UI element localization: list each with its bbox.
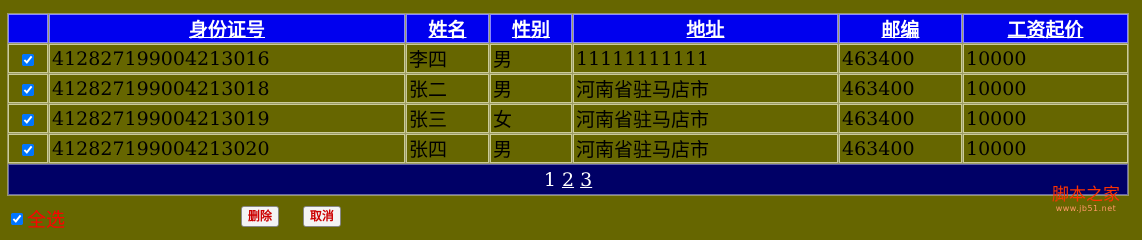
cell-address: 河南省驻马店市 bbox=[573, 134, 838, 163]
pager-link-page-3[interactable]: 3 bbox=[580, 169, 592, 191]
row-select-checkbox[interactable] bbox=[22, 53, 34, 66]
row-select-cell bbox=[8, 74, 48, 103]
cell-address: 河南省驻马店市 bbox=[573, 74, 838, 103]
table-row: 412827199004213020 张四 男 河南省驻马店市 463400 1… bbox=[8, 134, 1128, 163]
cell-id-number: 412827199004213016 bbox=[49, 44, 405, 73]
data-grid-wrapper: 身份证号 姓名 性别 地址 邮编 工资起价 412827199004213016… bbox=[7, 13, 1129, 196]
cell-gender: 男 bbox=[490, 44, 572, 73]
cell-id-number: 412827199004213018 bbox=[49, 74, 405, 103]
cell-name: 张四 bbox=[406, 134, 489, 163]
row-select-checkbox[interactable] bbox=[22, 143, 34, 156]
pager: 1 2 3 bbox=[8, 164, 1128, 195]
cell-zip: 463400 bbox=[839, 44, 962, 73]
cell-address: 河南省驻马店市 bbox=[573, 104, 838, 133]
cell-gender: 女 bbox=[490, 104, 572, 133]
column-header-id-number[interactable]: 身份证号 bbox=[49, 14, 405, 43]
cell-salary: 10000 bbox=[963, 44, 1128, 73]
cell-salary: 10000 bbox=[963, 104, 1128, 133]
grid-header-row: 身份证号 姓名 性别 地址 邮编 工资起价 bbox=[8, 14, 1128, 43]
table-row: 412827199004213019 张三 女 河南省驻马店市 463400 1… bbox=[8, 104, 1128, 133]
row-select-cell bbox=[8, 104, 48, 133]
column-header-zip[interactable]: 邮编 bbox=[839, 14, 962, 43]
table-row: 412827199004213016 李四 男 11111111111 4634… bbox=[8, 44, 1128, 73]
pager-current-page: 1 bbox=[543, 168, 556, 191]
cancel-button[interactable]: 取消 bbox=[303, 206, 342, 227]
cell-address: 11111111111 bbox=[573, 44, 838, 73]
cell-zip: 463400 bbox=[839, 104, 962, 133]
cell-gender: 男 bbox=[490, 134, 572, 163]
column-header-name[interactable]: 姓名 bbox=[406, 14, 489, 43]
watermark-url: www.jb51.net bbox=[1055, 204, 1117, 213]
site-watermark: 脚本之家 www.jb51.net bbox=[1052, 186, 1120, 213]
row-select-cell bbox=[8, 44, 48, 73]
data-grid: 身份证号 姓名 性别 地址 邮编 工资起价 412827199004213016… bbox=[7, 13, 1129, 196]
cell-zip: 463400 bbox=[839, 74, 962, 103]
cell-gender: 男 bbox=[490, 74, 572, 103]
watermark-title: 脚本之家 bbox=[1052, 185, 1120, 205]
select-all-label[interactable]: 全选 bbox=[27, 205, 65, 232]
pager-row: 1 2 3 bbox=[8, 164, 1128, 195]
cell-salary: 10000 bbox=[963, 74, 1128, 103]
cell-zip: 463400 bbox=[839, 134, 962, 163]
header-checkbox-cell bbox=[8, 14, 48, 43]
row-select-checkbox[interactable] bbox=[22, 83, 34, 96]
cell-id-number: 412827199004213019 bbox=[49, 104, 405, 133]
column-header-gender[interactable]: 性别 bbox=[490, 14, 572, 43]
pager-link-page-2[interactable]: 2 bbox=[562, 169, 574, 191]
cell-name: 张二 bbox=[406, 74, 489, 103]
cell-name: 李四 bbox=[406, 44, 489, 73]
delete-button[interactable]: 删除 bbox=[241, 206, 280, 227]
row-select-cell bbox=[8, 134, 48, 163]
select-all-group: 全选 bbox=[11, 205, 65, 232]
cell-name: 张三 bbox=[406, 104, 489, 133]
column-header-address[interactable]: 地址 bbox=[573, 14, 838, 43]
column-header-salary[interactable]: 工资起价 bbox=[963, 14, 1128, 43]
table-row: 412827199004213018 张二 男 河南省驻马店市 463400 1… bbox=[8, 74, 1128, 103]
select-all-checkbox[interactable] bbox=[11, 212, 23, 225]
row-select-checkbox[interactable] bbox=[22, 113, 34, 126]
cell-salary: 10000 bbox=[963, 134, 1128, 163]
cell-id-number: 412827199004213020 bbox=[49, 134, 405, 163]
